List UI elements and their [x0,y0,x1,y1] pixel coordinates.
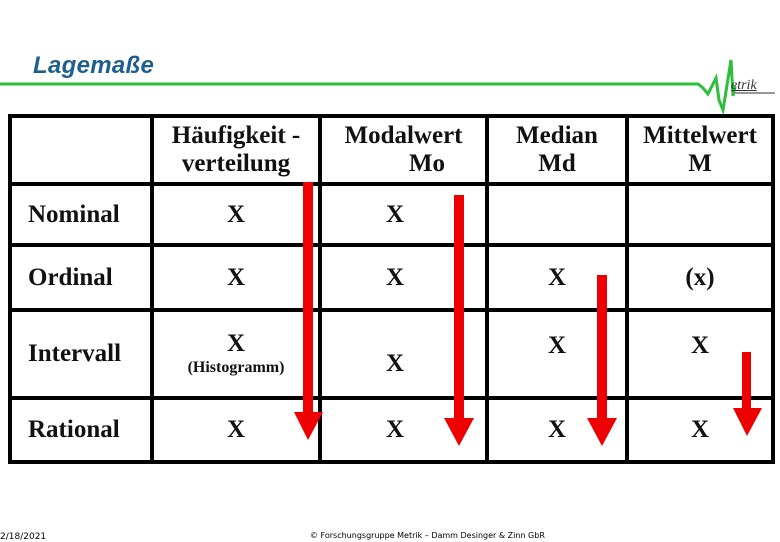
scale-arrows [294,182,762,446]
arrow-mittelwert [733,352,762,436]
arrow-haeufigkeit [294,182,323,440]
footer-date: 2/18/2021 [0,532,47,542]
arrow-modalwert [444,195,474,446]
arrow-median [587,275,617,446]
footer-copyright: © Forschungsgruppe Metrik – Damm Desinge… [310,531,545,540]
